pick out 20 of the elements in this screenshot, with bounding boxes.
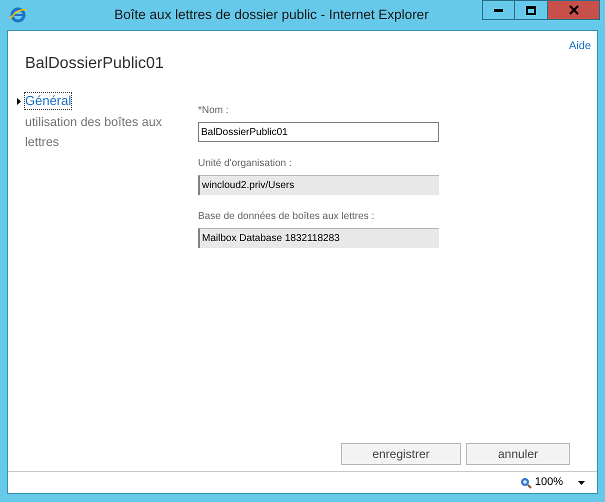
action-button[interactable]: enregistrer [341,443,461,465]
action-button[interactable]: annuler [466,443,570,465]
dropdown-caret-icon[interactable] [578,480,585,484]
page-heading: BalDossierPublic01 [25,54,165,74]
nav-item[interactable]: utilisation des boîtes aux lettres [25,112,175,152]
help-link[interactable]: Aide [568,38,591,54]
minimize-button[interactable] [482,0,515,20]
close-button[interactable] [548,0,600,20]
nav-item[interactable]: Général [25,93,72,109]
text-field[interactable]: BalDossierPublic01 [198,122,439,142]
zoom-icon [520,476,532,488]
maximize-button[interactable] [515,0,548,20]
browser-logo-icon [9,6,27,24]
close-icon [568,5,578,15]
window-title: Boîte aux lettres de dossier public - Internet Explorer [113,6,430,24]
field-label: Unité d'organisation : [198,157,293,171]
arrow-icon [17,98,21,105]
field-label: *Nom : [198,104,230,118]
field-label: Base de données de boîtes aux lettres : [198,210,376,224]
zoom-level: 100% [534,475,563,490]
